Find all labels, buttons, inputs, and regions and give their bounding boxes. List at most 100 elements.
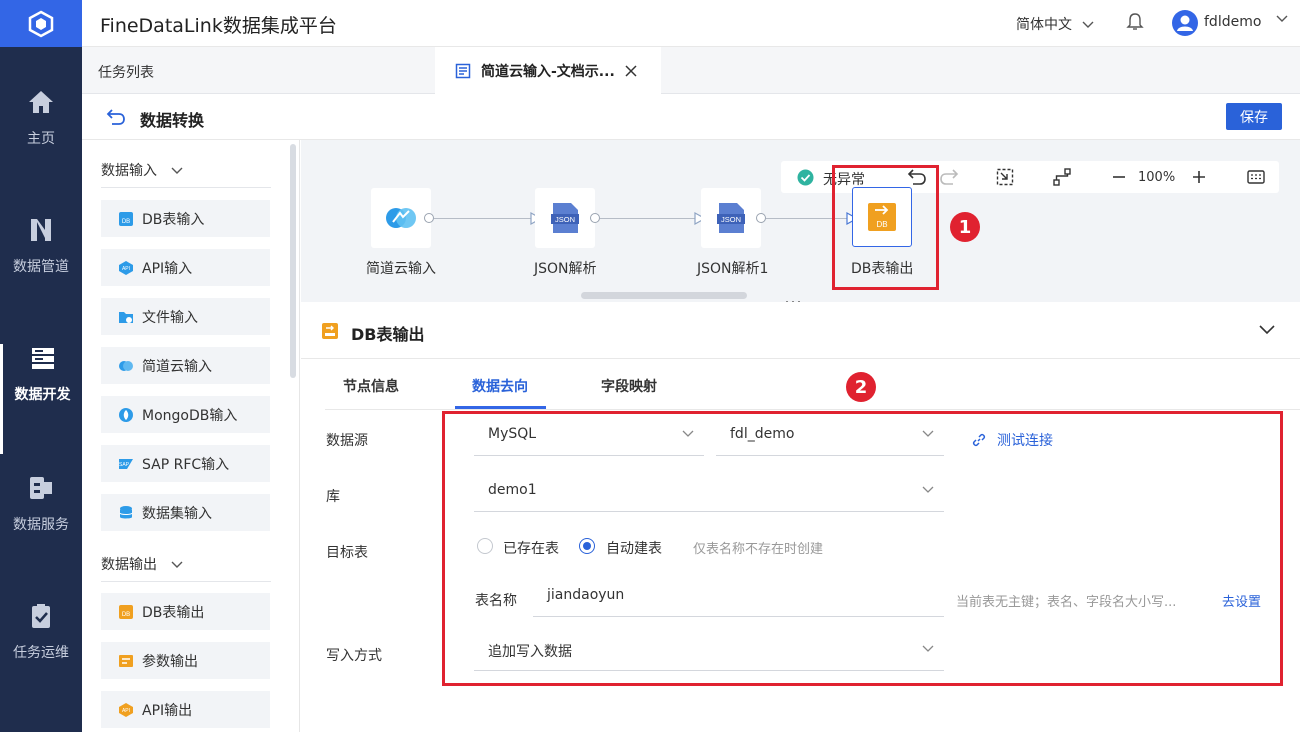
json-badge: JSON	[721, 215, 741, 224]
nav-label: 数据开发	[14, 387, 71, 403]
target-table-label: 目标表	[326, 545, 368, 561]
palette-item-file-input[interactable]: 文件输入	[101, 298, 270, 335]
app-logo[interactable]	[0, 0, 82, 47]
palette-item-api-output[interactable]: API API输出	[101, 691, 270, 728]
service-icon	[30, 477, 52, 499]
divider	[301, 358, 1300, 359]
palette-item-sap-input[interactable]: SAP SAP RFC输入	[101, 445, 270, 482]
username[interactable]: fdldemo	[1204, 14, 1261, 30]
zoom-in-icon[interactable]	[1191, 169, 1207, 185]
tab-task-list[interactable]: 任务列表	[98, 62, 154, 82]
zoom-out-icon[interactable]	[1111, 169, 1127, 185]
nav-item-service[interactable]: 数据服务	[0, 474, 82, 584]
palette-group-input[interactable]: 数据输入	[101, 140, 271, 188]
palette-item-label: 简道云输入	[142, 358, 212, 375]
mongodb-icon	[119, 407, 133, 422]
top-header: FineDataLink数据集成平台 简体中文 fdldemo	[82, 0, 1300, 47]
flow-node-label: JSON解析1	[697, 261, 769, 277]
palette-item-api-input[interactable]: API API输入	[101, 249, 270, 286]
palette-item-label: 参数输出	[142, 653, 198, 670]
flow-canvas[interactable]: 无异常 100% 简道云输入 JSON JSON解析 JSON JSON解析1 …	[301, 140, 1300, 308]
check-circle-icon	[797, 169, 814, 186]
api-icon: API	[119, 260, 133, 275]
bell-icon[interactable]	[1126, 12, 1144, 32]
folder-icon	[119, 311, 133, 323]
chevron-down-icon	[171, 561, 183, 568]
highlight-box-1	[832, 165, 939, 290]
flow-node-jiandaoyun[interactable]	[371, 188, 431, 248]
edge	[434, 218, 536, 219]
nav-item-home[interactable]: 主页	[0, 88, 82, 198]
document-icon	[455, 63, 471, 78]
redo-icon[interactable]	[939, 168, 959, 186]
dev-icon	[31, 348, 54, 369]
write-mode-label: 写入方式	[326, 648, 382, 664]
flow-node-label: JSON解析	[534, 261, 597, 277]
layout-icon[interactable]	[1053, 168, 1071, 186]
db-icon	[322, 323, 338, 339]
chevron-down-icon	[171, 167, 183, 174]
tab-node-info[interactable]: 节点信息	[343, 376, 399, 396]
param-icon	[119, 654, 133, 667]
title-bar: 数据转换 保存	[82, 94, 1300, 140]
nav-label: 数据服务	[13, 517, 69, 533]
avatar[interactable]	[1172, 10, 1198, 36]
panel-title: DB表输出	[351, 325, 425, 344]
svg-text:API: API	[122, 266, 130, 272]
group-label: 数据输入	[101, 163, 157, 179]
back-arrow-icon[interactable]	[106, 108, 126, 126]
collapse-chevron-icon[interactable]	[1259, 325, 1275, 335]
canvas-scrollbar[interactable]	[581, 292, 747, 299]
tab-current-task[interactable]: 简道云输入-文档示...	[435, 47, 661, 94]
pipeline-icon	[31, 219, 51, 241]
tab-data-destination[interactable]: 数据去向	[472, 376, 528, 396]
chevron-down-icon	[1082, 21, 1094, 28]
keyboard-icon[interactable]	[1247, 169, 1265, 185]
palette-item-db-input[interactable]: DB DB表输入	[101, 200, 270, 237]
datasource-label: 数据源	[326, 433, 368, 449]
app-title: FineDataLink数据集成平台	[100, 15, 337, 37]
language-select[interactable]: 简体中文	[1016, 14, 1094, 34]
annotation-badge-1: 1	[950, 212, 980, 242]
nav-item-ops[interactable]: 任务运维	[0, 602, 82, 712]
nav-item-dev[interactable]: 数据开发	[0, 344, 82, 454]
nav-item-pipeline[interactable]: 数据管道	[0, 216, 82, 326]
close-icon[interactable]	[624, 64, 638, 78]
node-port[interactable]	[424, 213, 434, 223]
sap-icon: SAP	[119, 458, 133, 469]
operator-palette: 数据输入 DB DB表输入 API API输入 文件输入 简道云输入 MongoDB…	[82, 140, 300, 732]
svg-text:DB: DB	[122, 612, 130, 618]
svg-text:API: API	[122, 708, 130, 714]
node-port[interactable]	[590, 213, 600, 223]
palette-item-label: MongoDB输入	[142, 407, 238, 424]
home-icon	[29, 91, 53, 113]
chevron-down-icon[interactable]	[1276, 15, 1288, 23]
palette-group-output[interactable]: 数据输出	[101, 534, 271, 582]
palette-item-param-output[interactable]: 参数输出	[101, 642, 270, 679]
group-label: 数据输出	[101, 557, 157, 573]
palette-item-db-output[interactable]: DB DB表输出	[101, 593, 270, 630]
palette-item-mongodb-input[interactable]: MongoDB输入	[101, 396, 270, 433]
nav-label: 任务运维	[13, 645, 69, 661]
tab-field-mapping[interactable]: 字段映射	[601, 376, 657, 396]
palette-scrollbar[interactable]	[290, 144, 296, 378]
flow-node-json[interactable]: JSON	[535, 188, 595, 248]
db-table-icon: DB	[119, 211, 133, 226]
tab-divider	[325, 409, 1300, 410]
palette-item-jiandaoyun-input[interactable]: 简道云输入	[101, 347, 270, 384]
json-icon: JSON	[717, 203, 745, 233]
node-port[interactable]	[756, 213, 766, 223]
flow-node-label: 简道云输入	[366, 261, 436, 277]
flow-node-json-1[interactable]: JSON	[701, 188, 761, 248]
save-button[interactable]: 保存	[1226, 103, 1282, 130]
palette-item-label: 文件输入	[142, 309, 198, 326]
svg-text:DB: DB	[122, 219, 130, 225]
fit-view-icon[interactable]	[996, 168, 1014, 186]
json-icon: JSON	[551, 203, 579, 233]
ops-icon	[32, 604, 50, 628]
api-icon: API	[119, 702, 133, 717]
palette-item-label: API输入	[142, 260, 193, 277]
palette-item-dataset-input[interactable]: 数据集输入	[101, 494, 270, 531]
tab-bar: 任务列表 简道云输入-文档示...	[82, 47, 1300, 94]
annotation-badge-2: 2	[846, 372, 876, 402]
